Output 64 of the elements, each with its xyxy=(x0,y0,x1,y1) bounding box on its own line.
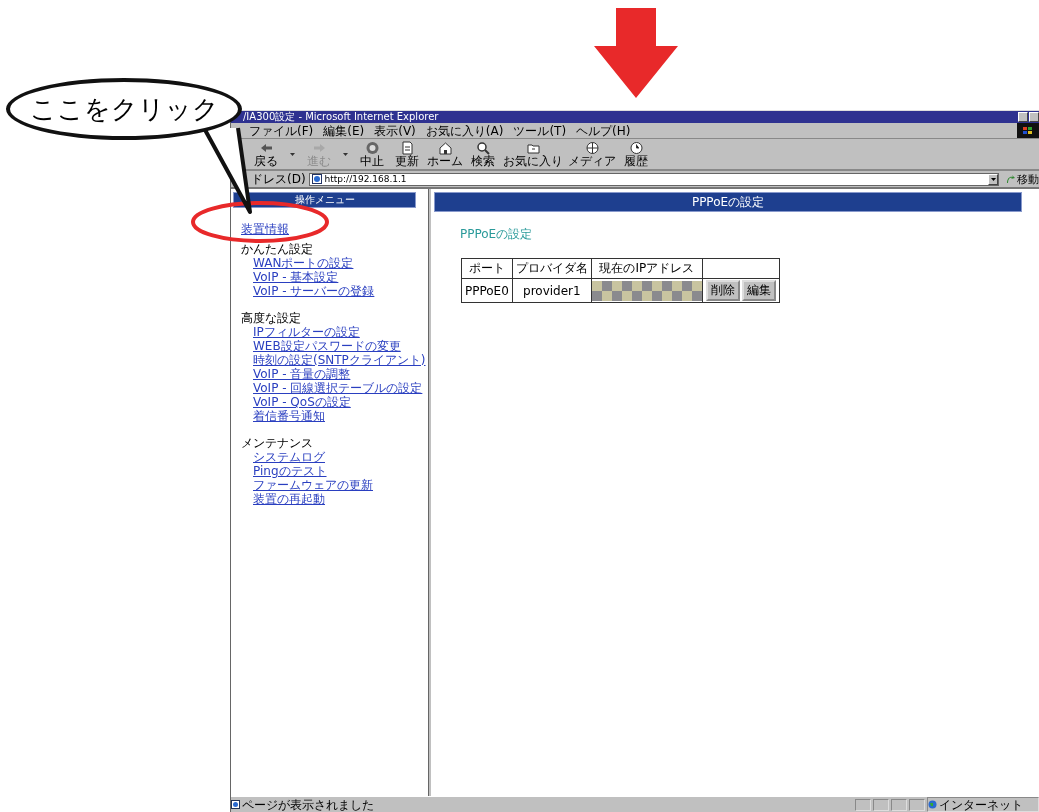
menu-item[interactable]: 表示(V) xyxy=(374,123,416,138)
sidebar-link[interactable]: VoIP - 回線選択テーブルの設定 xyxy=(253,381,423,395)
sidebar-heading: 高度な設定 xyxy=(241,311,302,325)
sidebar-link[interactable]: WEB設定パスワードの変更 xyxy=(253,339,401,353)
curved-arrow-icon xyxy=(1006,174,1015,184)
menu-item[interactable]: お気に入り(A) xyxy=(425,123,504,138)
windows-logo-icon xyxy=(1017,123,1039,138)
action-button[interactable]: 削除 xyxy=(705,280,740,301)
table-cell: provider1 xyxy=(512,278,592,303)
toolbar-button[interactable]: お気に入り xyxy=(503,140,563,168)
callout-text: ここをクリック xyxy=(29,92,219,126)
page-icon xyxy=(231,800,240,809)
menu-item[interactable]: 編集(E) xyxy=(323,123,365,138)
sidebar-heading: かんたん設定 xyxy=(241,242,314,256)
sidebar-heading: メンテナンス xyxy=(241,436,314,450)
sidebar-link[interactable]: 時刻の設定(SNTPクライアント) xyxy=(253,353,426,367)
stop-icon xyxy=(364,140,380,155)
globe-icon xyxy=(928,800,937,809)
clock-icon xyxy=(628,140,644,155)
sidebar-link[interactable]: システムログ xyxy=(253,450,325,464)
column-header: ポート xyxy=(461,258,513,279)
sidebar-link[interactable]: VoIP - 音量の調整 xyxy=(253,367,351,381)
column-header: 現在のIPアドレス xyxy=(591,258,703,279)
sidebar-link[interactable]: IPフィルターの設定 xyxy=(253,325,360,339)
page-icon xyxy=(311,174,322,184)
page-icon xyxy=(399,140,415,155)
menu-item[interactable]: ツール(T) xyxy=(513,123,567,138)
toolbar-button[interactable]: メディア xyxy=(568,140,616,168)
toolbar-button[interactable]: 更新 xyxy=(392,140,422,168)
sidebar-link[interactable]: ファームウェアの更新 xyxy=(253,478,373,492)
magnifier-icon xyxy=(475,140,491,155)
address-field[interactable]: http://192.168.1.1 xyxy=(308,172,999,186)
toolbar-button[interactable]: ホーム xyxy=(427,140,463,168)
sidebar-link[interactable]: 装置の再起動 xyxy=(253,492,325,506)
menu-item[interactable]: ファイル(F) xyxy=(249,123,314,138)
sidebar-link[interactable]: 装置情報 xyxy=(241,222,289,236)
menu-item[interactable]: ヘルプ(H) xyxy=(576,123,631,138)
sidebar-link[interactable]: VoIP - QoSの設定 xyxy=(253,395,351,409)
toolbar-button[interactable]: 中止 xyxy=(357,140,387,168)
table-cell: PPPoE0 xyxy=(461,278,513,303)
dropdown-button[interactable] xyxy=(988,173,998,185)
dropdown-caret-icon[interactable] xyxy=(290,152,295,156)
window-title: /IA300設定 - Microsoft Internet Explorer xyxy=(243,111,439,123)
minimize-button[interactable] xyxy=(1018,112,1028,122)
status-message: ページが表示されました xyxy=(242,797,374,812)
sidebar-link[interactable]: VoIP - サーバーの登録 xyxy=(253,284,375,298)
toolbar-button[interactable]: 戻る xyxy=(251,140,281,168)
page-title-bar: PPPoEの設定 xyxy=(434,192,1022,212)
section-heading: PPPoEの設定 xyxy=(460,226,534,243)
sidebar-link[interactable]: Pingのテスト xyxy=(253,464,327,478)
action-button[interactable]: 編集 xyxy=(741,280,776,301)
column-header: プロバイダ名 xyxy=(512,258,592,279)
maximize-button[interactable] xyxy=(1029,112,1039,122)
caret-icon xyxy=(990,177,996,181)
sidebar-link[interactable]: VoIP - 基本設定 xyxy=(253,270,339,284)
toolbar-button[interactable]: 検索 xyxy=(468,140,498,168)
address-label: ドレス(D) xyxy=(251,172,306,186)
globe-icon xyxy=(584,140,600,155)
zone-pane: インターネット xyxy=(927,797,1039,812)
go-button[interactable]: 移動 xyxy=(1002,171,1039,187)
sidebar-link[interactable]: WANポートの設定 xyxy=(253,256,354,270)
toolbar-button[interactable]: 履歴 xyxy=(621,140,651,168)
sidebar-link[interactable]: 着信番号通知 xyxy=(253,409,325,423)
house-icon xyxy=(437,140,453,155)
